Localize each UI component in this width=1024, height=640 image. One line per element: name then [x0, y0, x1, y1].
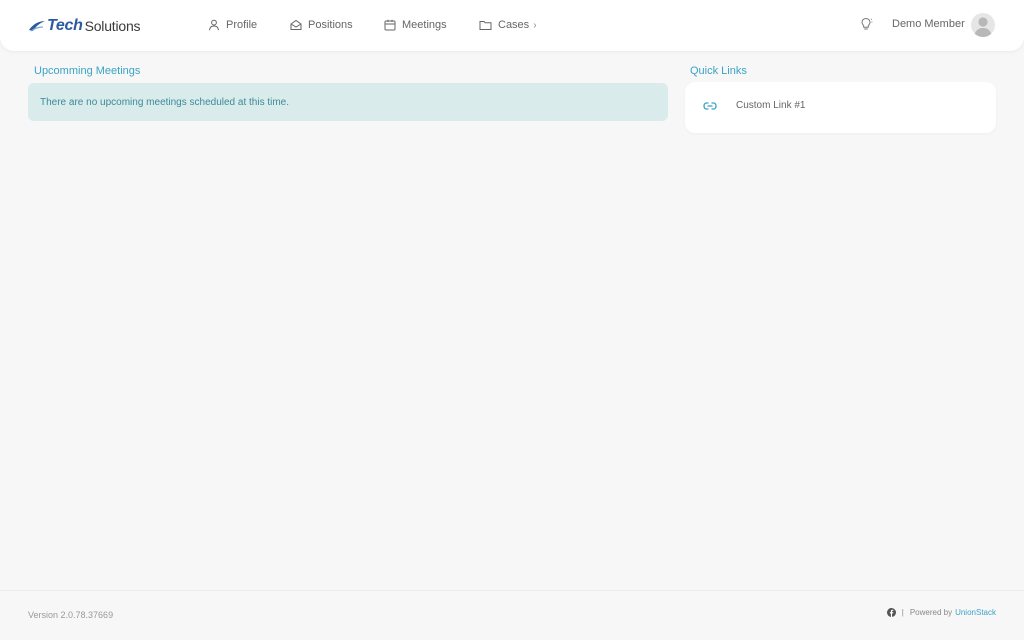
quick-link-label: Custom Link #1	[736, 100, 806, 111]
quick-links-title: Quick Links	[690, 65, 747, 77]
no-meetings-message: There are no upcoming meetings scheduled…	[40, 96, 290, 108]
nav-positions-label: Positions	[308, 19, 353, 31]
nav-profile[interactable]: Profile	[208, 16, 257, 34]
logo-text-bold: Tech	[47, 17, 83, 34]
link-icon	[703, 101, 717, 111]
footer-right: | Powered by UnionStack	[886, 608, 996, 617]
calendar-icon	[384, 19, 396, 31]
swoosh-logo-icon	[29, 21, 45, 32]
user-avatar-icon	[974, 17, 992, 37]
brand-logo[interactable]: Tech Solutions	[28, 15, 141, 37]
logo-text-regular: Solutions	[84, 18, 141, 34]
quick-link-item[interactable]: Custom Link #1	[703, 100, 805, 111]
nav-cases-label: Cases	[498, 19, 530, 31]
envelope-open-icon	[290, 19, 302, 31]
footer: Version 2.0.78.37669 | Powered by UnionS…	[0, 590, 1024, 640]
facebook-icon[interactable]	[886, 608, 896, 617]
chevron-right-icon: ›	[533, 19, 537, 31]
user-name[interactable]: Demo Member	[892, 18, 965, 30]
footer-separator: |	[901, 608, 904, 617]
lightbulb-icon[interactable]	[859, 17, 873, 36]
no-meetings-alert: There are no upcoming meetings scheduled…	[28, 83, 668, 121]
nav-cases[interactable]: Cases ›	[479, 16, 537, 34]
avatar[interactable]	[971, 13, 995, 37]
unionstack-link[interactable]: UnionStack	[955, 608, 996, 617]
version-text: Version 2.0.78.37669	[28, 610, 114, 620]
nav-positions[interactable]: Positions	[290, 16, 353, 34]
folder-icon	[479, 19, 492, 31]
powered-by-text: Powered by	[909, 608, 953, 617]
quick-links-card: Custom Link #1	[685, 82, 996, 133]
nav-meetings[interactable]: Meetings	[384, 16, 447, 34]
meetings-section-title: Upcomming Meetings	[34, 65, 141, 77]
user-icon	[208, 19, 220, 31]
nav-profile-label: Profile	[226, 19, 258, 31]
nav-meetings-label: Meetings	[402, 19, 447, 31]
top-navbar: Tech Solutions Profile Positions Meeting…	[0, 0, 1024, 51]
